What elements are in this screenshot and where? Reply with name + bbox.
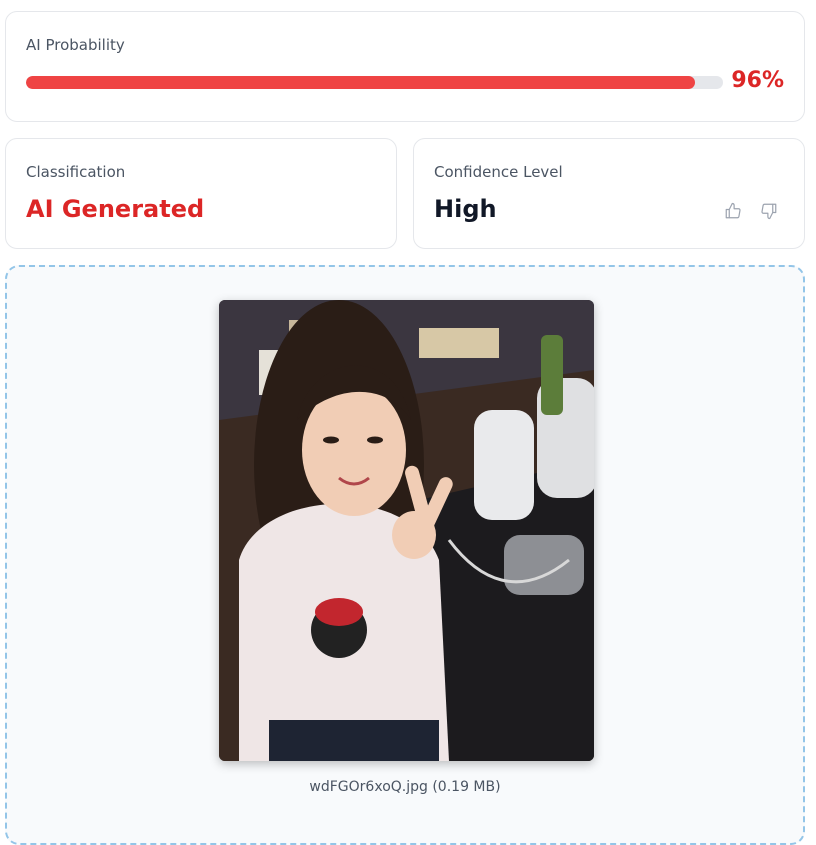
probability-bar-fill: [26, 76, 696, 89]
confidence-card: Confidence Level High: [413, 138, 805, 249]
classification-label: Classification: [26, 163, 126, 181]
thumbs-up-icon[interactable]: [724, 202, 742, 220]
thumbs-down-icon[interactable]: [760, 202, 778, 220]
uploaded-photo: [219, 300, 594, 761]
probability-value: 96%: [731, 68, 784, 93]
upload-dropzone[interactable]: wdFGOr6xoQ.jpg (0.19 MB): [5, 265, 805, 845]
file-caption: wdFGOr6xoQ.jpg (0.19 MB): [309, 779, 501, 795]
ai-probability-label: AI Probability: [26, 36, 125, 54]
confidence-value: High: [434, 195, 497, 223]
ai-probability-card: AI Probability 96%: [5, 11, 805, 122]
confidence-label: Confidence Level: [434, 163, 563, 181]
probability-bar: [26, 76, 723, 89]
classification-card: Classification AI Generated: [5, 138, 397, 249]
classification-value: AI Generated: [26, 195, 205, 223]
